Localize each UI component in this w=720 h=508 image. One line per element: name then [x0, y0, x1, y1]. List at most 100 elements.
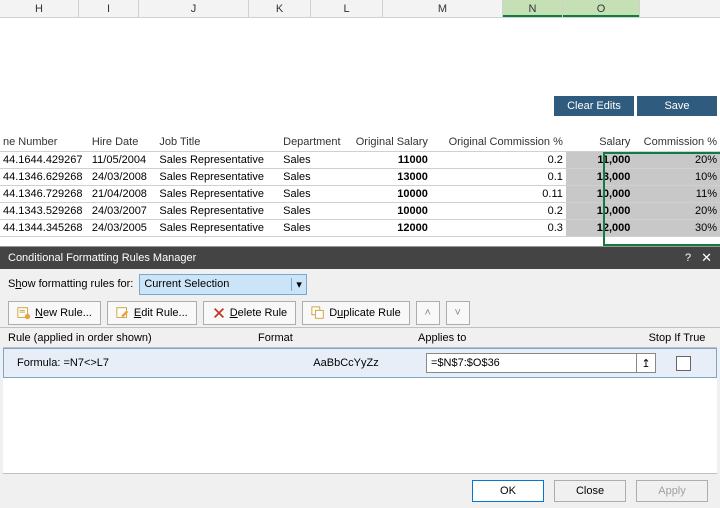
- data-grid[interactable]: ne Number Hire Date Job Title Department…: [0, 134, 720, 237]
- hdr-comm: Commission %: [633, 134, 720, 151]
- dialog-titlebar[interactable]: Conditional Formatting Rules Manager ? ✕: [0, 247, 720, 269]
- table-row[interactable]: 44.1344.34526824/03/2005Sales Representa…: [0, 219, 720, 236]
- clear-edits-button[interactable]: Clear Edits: [554, 96, 634, 116]
- show-rules-for-dropdown[interactable]: Current Selection ▾: [139, 274, 307, 295]
- rule-formula-label: Formula: =N7<>L7: [9, 357, 266, 369]
- rule-format-preview: AaBbCcYyZz: [266, 357, 426, 369]
- column-header[interactable]: K: [249, 0, 311, 17]
- cell[interactable]: 0.2: [431, 151, 566, 168]
- cell[interactable]: 0.11: [431, 185, 566, 202]
- hdr-orig-salary: Original Salary: [350, 134, 431, 151]
- dialog-footer: OK Close Apply: [0, 474, 720, 508]
- grid-body: 44.1644.42926711/05/2004Sales Representa…: [0, 151, 720, 236]
- cell[interactable]: Sales Representative: [156, 202, 280, 219]
- cell[interactable]: 0.2: [431, 202, 566, 219]
- dialog-title: Conditional Formatting Rules Manager: [8, 252, 196, 264]
- cell[interactable]: 20%: [633, 151, 720, 168]
- cell[interactable]: 12,000: [566, 219, 634, 236]
- duplicate-rule-button[interactable]: Duplicate Rule: [302, 301, 410, 325]
- hdr-job-title: Job Title: [156, 134, 280, 151]
- hdr-hire-date: Hire Date: [89, 134, 157, 151]
- cell[interactable]: Sales: [280, 151, 350, 168]
- cell[interactable]: 0.3: [431, 219, 566, 236]
- table-row[interactable]: 44.1644.42926711/05/2004Sales Representa…: [0, 151, 720, 168]
- cell[interactable]: Sales Representative: [156, 168, 280, 185]
- column-header[interactable]: J: [139, 0, 249, 17]
- cell[interactable]: 44.1346.629268: [0, 168, 89, 185]
- applies-to-input[interactable]: =$N$7:$O$36: [426, 353, 637, 373]
- cell[interactable]: 11000: [350, 151, 431, 168]
- cell[interactable]: 10000: [350, 185, 431, 202]
- rule-row[interactable]: Formula: =N7<>L7 AaBbCcYyZz =$N$7:$O$36 …: [3, 348, 717, 378]
- cell[interactable]: 11%: [633, 185, 720, 202]
- cell[interactable]: Sales Representative: [156, 151, 280, 168]
- hdr-salary: Salary: [566, 134, 634, 151]
- show-rules-for-label: Show formatting rules for:: [8, 278, 133, 290]
- column-header[interactable]: H: [0, 0, 79, 17]
- cell[interactable]: 24/03/2005: [89, 219, 157, 236]
- cell[interactable]: Sales Representative: [156, 185, 280, 202]
- delete-rule-button[interactable]: Delete Rule: [203, 301, 297, 325]
- cell[interactable]: Sales: [280, 168, 350, 185]
- edit-rule-icon: [116, 306, 130, 320]
- table-row[interactable]: 44.1346.72926821/04/2008Sales Representa…: [0, 185, 720, 202]
- cell[interactable]: 21/04/2008: [89, 185, 157, 202]
- cell[interactable]: 30%: [633, 219, 720, 236]
- move-down-button[interactable]: ˅: [446, 301, 470, 325]
- cell[interactable]: 10,000: [566, 185, 634, 202]
- cell[interactable]: 10000: [350, 202, 431, 219]
- cell[interactable]: 11/05/2004: [89, 151, 157, 168]
- hdr-orig-comm: Original Commission %: [431, 134, 566, 151]
- cell[interactable]: Sales: [280, 219, 350, 236]
- chevron-down-icon: ▾: [291, 278, 302, 291]
- cell[interactable]: 0.1: [431, 168, 566, 185]
- cell[interactable]: 44.1344.345268: [0, 219, 89, 236]
- cell[interactable]: 10%: [633, 168, 720, 185]
- cell[interactable]: 44.1343.529268: [0, 202, 89, 219]
- cell[interactable]: 20%: [633, 202, 720, 219]
- chevron-up-icon: ˄: [425, 307, 431, 319]
- cell[interactable]: 11,000: [566, 151, 634, 168]
- cell[interactable]: 13000: [350, 168, 431, 185]
- cell[interactable]: 24/03/2008: [89, 168, 157, 185]
- cell[interactable]: 13,000: [566, 168, 634, 185]
- move-up-button[interactable]: ˄: [416, 301, 440, 325]
- table-row[interactable]: 44.1346.62926824/03/2008Sales Representa…: [0, 168, 720, 185]
- cell[interactable]: 10,000: [566, 202, 634, 219]
- hdr-format: Format: [258, 332, 418, 344]
- cell[interactable]: Sales Representative: [156, 219, 280, 236]
- column-header[interactable]: M: [383, 0, 503, 17]
- range-picker-button[interactable]: ↥: [637, 353, 656, 373]
- duplicate-icon: [311, 306, 325, 320]
- stop-if-true-checkbox[interactable]: [676, 356, 691, 371]
- chevron-down-icon: ˅: [455, 307, 461, 319]
- ok-button[interactable]: OK: [472, 480, 544, 502]
- edit-actions: Clear Edits Save: [554, 96, 717, 116]
- edit-rule-button[interactable]: Edit Rule...: [107, 301, 197, 325]
- save-button[interactable]: Save: [637, 96, 717, 116]
- cell[interactable]: Sales: [280, 185, 350, 202]
- rules-list[interactable]: Formula: =N7<>L7 AaBbCcYyZz =$N$7:$O$36 …: [3, 347, 717, 474]
- cell[interactable]: 24/03/2007: [89, 202, 157, 219]
- arrow-up-icon: ↥: [641, 357, 650, 370]
- new-rule-button[interactable]: New Rule...: [8, 301, 101, 325]
- hdr-department: Department: [280, 134, 350, 151]
- close-button[interactable]: Close: [554, 480, 626, 502]
- cell[interactable]: Sales: [280, 202, 350, 219]
- hdr-applies: Applies to: [418, 332, 642, 344]
- cell[interactable]: 44.1644.429267: [0, 151, 89, 168]
- rules-list-header: Rule (applied in order shown) Format App…: [0, 327, 720, 347]
- apply-button[interactable]: Apply: [636, 480, 708, 502]
- help-icon[interactable]: ?: [685, 252, 691, 264]
- cell[interactable]: 44.1346.729268: [0, 185, 89, 202]
- column-header[interactable]: O: [563, 0, 640, 17]
- delete-icon: [212, 306, 226, 320]
- close-icon[interactable]: ✕: [701, 250, 712, 266]
- column-header[interactable]: I: [79, 0, 139, 17]
- column-header[interactable]: N: [503, 0, 563, 17]
- cell[interactable]: 12000: [350, 219, 431, 236]
- column-header[interactable]: L: [311, 0, 383, 17]
- table-row[interactable]: 44.1343.52926824/03/2007Sales Representa…: [0, 202, 720, 219]
- column-header-bar: HIJKLMNO: [0, 0, 720, 18]
- cf-rules-manager-dialog: Conditional Formatting Rules Manager ? ✕…: [0, 246, 720, 508]
